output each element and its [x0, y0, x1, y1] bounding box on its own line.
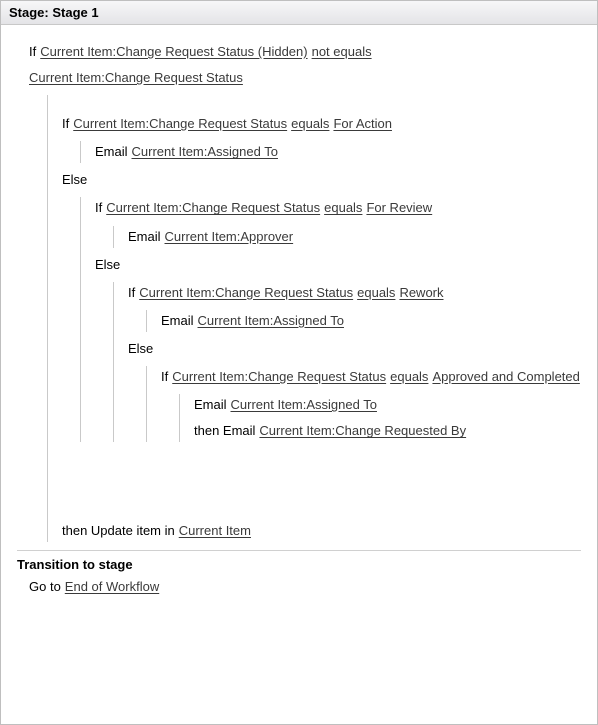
- action-row[interactable]: then Update item in Current Item: [62, 520, 581, 542]
- email-target[interactable]: Current Item:Approver: [165, 226, 294, 248]
- action-row[interactable]: Email Current Item:Assigned To: [161, 310, 581, 332]
- transition-title: Transition to stage: [17, 557, 581, 572]
- keyword-goto: Go to: [29, 576, 61, 598]
- keyword-then-update: then Update item in: [62, 520, 175, 542]
- condition-op[interactable]: equals: [291, 113, 329, 135]
- transition-row[interactable]: Go to End of Workflow: [29, 576, 581, 598]
- action-row[interactable]: then Email Current Item:Change Requested…: [194, 420, 581, 442]
- condition-right[interactable]: Approved and Completed: [432, 366, 579, 388]
- keyword-email: Email: [194, 394, 227, 416]
- condition-left[interactable]: Current Item:Change Request Status: [73, 113, 287, 135]
- else-row[interactable]: Else: [95, 254, 581, 276]
- workflow-canvas: If Current Item:Change Request Status (H…: [1, 25, 597, 615]
- keyword-if: If: [29, 41, 36, 63]
- divider: [17, 550, 581, 551]
- action-row[interactable]: Email Current Item:Assigned To: [194, 394, 581, 416]
- keyword-email: Email: [95, 141, 128, 163]
- condition-row[interactable]: If Current Item:Change Request Status (H…: [29, 41, 581, 89]
- keyword-email: Email: [161, 310, 194, 332]
- keyword-if: If: [62, 113, 69, 135]
- email-target[interactable]: Current Item:Assigned To: [231, 394, 377, 416]
- condition-right[interactable]: For Review: [366, 197, 432, 219]
- keyword-else: Else: [62, 169, 87, 191]
- email-target[interactable]: Current Item:Change Requested By: [259, 420, 466, 442]
- update-target[interactable]: Current Item: [179, 520, 251, 542]
- condition-row[interactable]: If Current Item:Change Request Status eq…: [161, 366, 581, 388]
- condition-right[interactable]: Current Item:Change Request Status: [29, 67, 243, 89]
- keyword-if: If: [161, 366, 168, 388]
- keyword-email: Email: [128, 226, 161, 248]
- condition-left[interactable]: Current Item:Change Request Status (Hidd…: [40, 41, 307, 63]
- keyword-if: If: [128, 282, 135, 304]
- condition-right[interactable]: For Action: [333, 113, 392, 135]
- stage-title: Stage: Stage 1: [9, 5, 99, 20]
- condition-op[interactable]: equals: [357, 282, 395, 304]
- condition-left[interactable]: Current Item:Change Request Status: [172, 366, 386, 388]
- keyword-else: Else: [95, 254, 120, 276]
- action-row[interactable]: Email Current Item:Approver: [128, 226, 581, 248]
- email-target[interactable]: Current Item:Assigned To: [132, 141, 278, 163]
- keyword-if: If: [95, 197, 102, 219]
- transition-target[interactable]: End of Workflow: [65, 576, 159, 598]
- condition-op[interactable]: equals: [324, 197, 362, 219]
- condition-op[interactable]: not equals: [312, 41, 372, 63]
- condition-row[interactable]: If Current Item:Change Request Status eq…: [128, 282, 581, 304]
- condition-row[interactable]: If Current Item:Change Request Status eq…: [62, 113, 581, 135]
- condition-left[interactable]: Current Item:Change Request Status: [139, 282, 353, 304]
- email-target[interactable]: Current Item:Assigned To: [198, 310, 344, 332]
- condition-op[interactable]: equals: [390, 366, 428, 388]
- stage-header: Stage: Stage 1: [1, 1, 597, 25]
- condition-row[interactable]: If Current Item:Change Request Status eq…: [95, 197, 581, 219]
- condition-right[interactable]: Rework: [399, 282, 443, 304]
- else-row[interactable]: Else: [128, 338, 581, 360]
- else-row[interactable]: Else: [62, 169, 581, 191]
- keyword-then-email: then Email: [194, 420, 255, 442]
- action-row[interactable]: Email Current Item:Assigned To: [95, 141, 581, 163]
- condition-left[interactable]: Current Item:Change Request Status: [106, 197, 320, 219]
- keyword-else: Else: [128, 338, 153, 360]
